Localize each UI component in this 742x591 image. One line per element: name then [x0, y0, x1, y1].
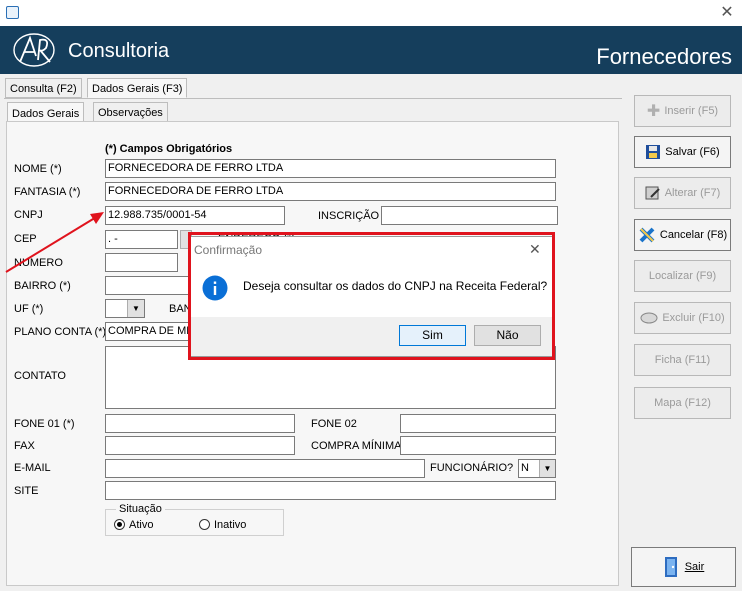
cnpj-field[interactable]: 12.988.735/0001-54: [105, 206, 285, 225]
chevron-down-icon: ▼: [539, 460, 555, 477]
compra-minima-field[interactable]: [400, 436, 556, 455]
alterar-label: Alterar (F7): [664, 187, 721, 199]
chevron-down-icon: ▼: [127, 300, 144, 317]
edit-icon: [645, 186, 660, 200]
label-contato: CONTATO: [14, 370, 66, 382]
annotation-arrow: [5, 212, 104, 273]
localizar-button[interactable]: Localizar (F9): [634, 260, 731, 292]
salvar-button[interactable]: Salvar (F6): [634, 136, 731, 168]
fone01-field[interactable]: [105, 414, 295, 433]
inserir-label: Inserir (F5): [664, 105, 719, 117]
sair-label: Sair: [684, 561, 705, 573]
subtab-observacoes[interactable]: Observações: [93, 102, 168, 122]
label-ativo: Ativo: [129, 519, 154, 531]
title-bar: [0, 0, 742, 26]
cancelar-button[interactable]: Cancelar (F8): [634, 219, 731, 251]
label-fantasia: FANTASIA (*): [14, 186, 81, 198]
funcionario-value: N: [521, 462, 529, 474]
nome-field[interactable]: FORNECEDORA DE FERRO LTDA: [105, 159, 556, 178]
funcionario-select[interactable]: N ▼: [518, 459, 556, 478]
required-note: (*) Campos Obrigatórios: [105, 143, 233, 155]
email-field[interactable]: [105, 459, 425, 478]
save-icon: [646, 145, 661, 159]
ficha-button[interactable]: Ficha (F11): [634, 344, 731, 376]
bairro-field[interactable]: [105, 276, 189, 295]
label-funcionario: FUNCIONÁRIO?: [430, 462, 514, 474]
page-title: Fornecedores: [596, 44, 732, 69]
sair-button[interactable]: Sair: [631, 547, 736, 587]
window-close-icon[interactable]: ✕: [718, 4, 736, 22]
fax-field[interactable]: [105, 436, 295, 455]
highlight-frame: [188, 232, 555, 360]
label-fone01: FONE 01 (*): [14, 418, 75, 430]
label-uf: UF (*): [14, 303, 44, 315]
salvar-label: Salvar (F6): [665, 146, 720, 158]
ficha-label: Ficha (F11): [654, 354, 711, 366]
situacao-legend: Situação: [116, 503, 165, 515]
label-email: E-MAIL: [14, 462, 51, 474]
alterar-button[interactable]: Alterar (F7): [634, 177, 731, 209]
label-fone02: FONE 02: [311, 418, 357, 430]
plus-icon: ✚: [646, 103, 661, 120]
label-plano-conta: PLANO CONTA (*): [14, 326, 107, 338]
radio-inativo[interactable]: [199, 519, 210, 530]
label-site: SITE: [14, 485, 39, 497]
eraser-icon: [640, 312, 658, 324]
fone02-field[interactable]: [400, 414, 556, 433]
cancel-icon: [639, 227, 655, 243]
label-inativo: Inativo: [214, 519, 247, 531]
uf-select[interactable]: ▼: [105, 299, 145, 318]
radio-ativo[interactable]: [114, 519, 125, 530]
excluir-button[interactable]: Excluir (F10): [634, 302, 731, 334]
cep-field[interactable]: . -: [105, 230, 178, 249]
label-nome: NOME (*): [14, 163, 62, 175]
tab-divider: [4, 98, 622, 99]
fantasia-field[interactable]: FORNECEDORA DE FERRO LTDA: [105, 182, 556, 201]
exit-door-icon: [664, 557, 677, 577]
mapa-button[interactable]: Mapa (F12): [634, 387, 731, 419]
tab-dados-gerais[interactable]: Dados Gerais (F3): [87, 78, 188, 98]
inscricao-field[interactable]: [381, 206, 558, 225]
label-inscricao: INSCRIÇÃO: [318, 210, 380, 222]
numero-field[interactable]: [105, 253, 178, 272]
cancelar-label: Cancelar (F8): [659, 229, 728, 241]
label-bairro: BAIRRO (*): [14, 280, 71, 292]
tab-consulta[interactable]: Consulta (F2): [5, 78, 82, 98]
mapa-label: Mapa (F12): [654, 397, 711, 409]
label-fax: FAX: [14, 440, 35, 452]
plano-conta-field[interactable]: COMPRA DE ME: [105, 322, 189, 341]
brand-name: Consultoria: [68, 40, 170, 62]
company-logo: [13, 33, 55, 67]
localizar-label: Localizar (F9): [648, 270, 717, 282]
inserir-button[interactable]: ✚ Inserir (F5): [634, 95, 731, 127]
excluir-label: Excluir (F10): [662, 312, 725, 324]
label-compra-minima: COMPRA MÍNIMA: [311, 440, 402, 452]
app-chart-icon: [6, 6, 19, 19]
site-field[interactable]: [105, 481, 556, 500]
